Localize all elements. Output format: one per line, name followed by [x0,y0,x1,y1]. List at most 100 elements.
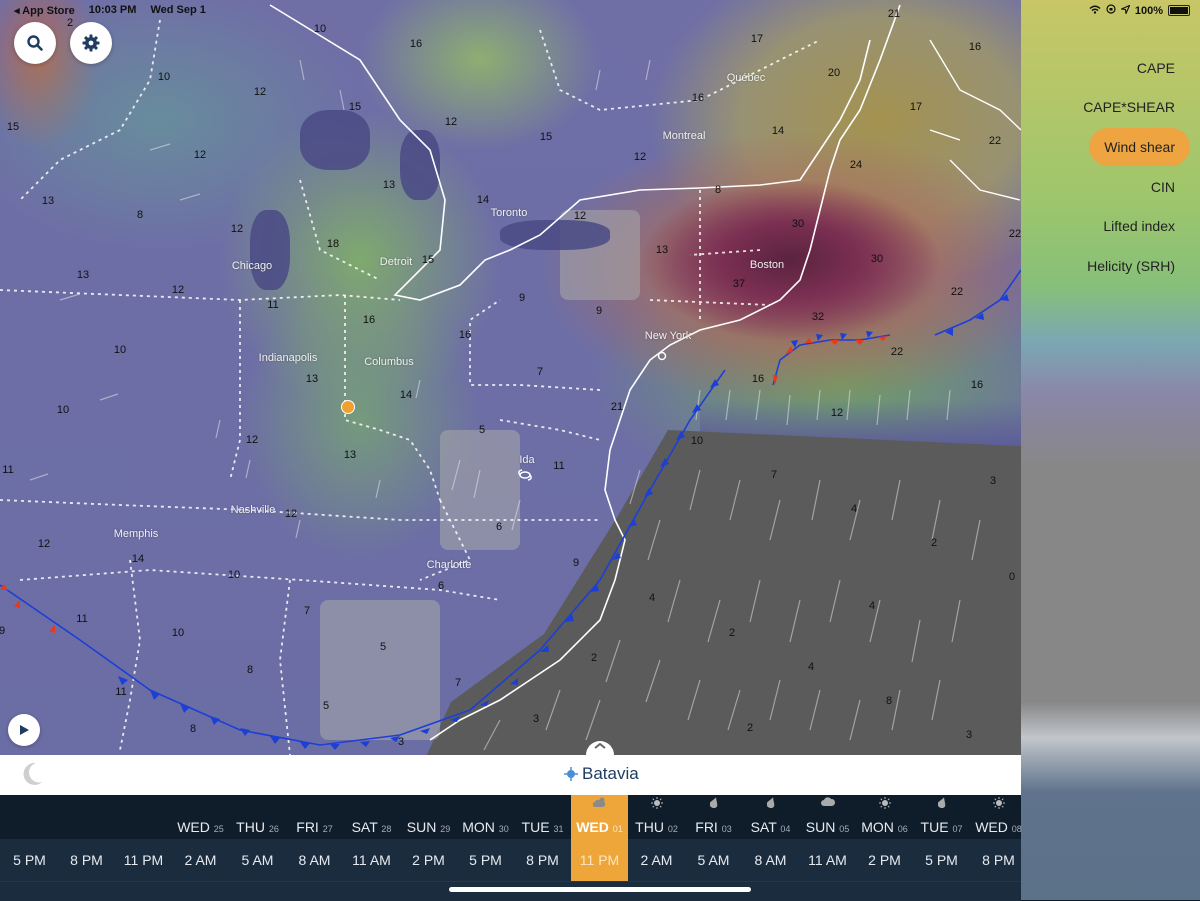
back-to-app-store[interactable]: ◂ App Store [14,4,75,17]
wind-shear-value: 8 [189,723,197,735]
timeline-hour[interactable]: 8 PM [514,839,571,881]
play-button[interactable] [8,714,40,746]
timeline-day[interactable]: WED 01 [571,795,628,839]
timeline-day[interactable]: SAT 28 [343,795,400,839]
timeline-hour[interactable]: 2 PM [400,839,457,881]
timeline-hour[interactable]: 11 AM [799,839,856,881]
wind-shear-value: 2 [930,537,938,549]
search-button[interactable] [14,22,56,64]
timeline-day[interactable]: WED 25 [172,795,229,839]
timeline-day[interactable]: SAT 04 [742,795,799,839]
wind-shear-value: 10 [690,435,704,447]
timeline-hour[interactable]: 5 AM [685,839,742,881]
timeline-day[interactable]: THU 26 [229,795,286,839]
search-icon [27,35,43,51]
day-number: 02 [667,824,678,834]
layer-option-cin[interactable]: CIN [1136,167,1190,207]
timeline-hour[interactable]: 8 AM [286,839,343,881]
timeline-hour[interactable]: 11 PM [115,839,172,881]
wind-shear-value: 2 [66,17,74,29]
drop-icon [742,797,799,811]
timeline-day[interactable]: THU 02 [628,795,685,839]
layer-option-cape[interactable]: CAPE [1122,48,1190,88]
timeline-hour[interactable]: 5 AM [229,839,286,881]
timeline-hour[interactable]: 8 AM [742,839,799,881]
wind-shear-value: 3 [989,475,997,487]
wind-shear-value: 13 [655,244,669,256]
timeline-day[interactable]: MON 06 [856,795,913,839]
day-label: MON 30 [457,819,514,835]
timeline-day[interactable]: TUE 31 [514,795,571,839]
location-services-icon [1119,3,1131,17]
wind-shear-value: 10 [227,569,241,581]
wind-shear-value: 12 [245,434,259,446]
day-name: WED [576,819,613,835]
timeline-day[interactable]: SUN 29 [400,795,457,839]
timeline-hour[interactable]: 2 AM [628,839,685,881]
wind-shear-value: 15 [539,131,553,143]
timeline-day[interactable]: FRI 27 [286,795,343,839]
layer-option-wind-shear[interactable]: Wind shear [1089,128,1190,166]
day-label: TUE 07 [913,819,970,835]
timeline-day[interactable]: WED 08 [970,795,1027,839]
day-name: THU [635,819,668,835]
layer-panel: 100% CAPE CAPE*SHEAR Wind shear CIN Lifted i… [1021,0,1200,900]
day-label: THU 26 [229,819,286,835]
timeline-hour[interactable]: 11 PM [571,839,628,881]
day-label: THU 02 [628,819,685,835]
sun-icon [856,797,913,812]
wind-shear-value: 12 [171,284,185,296]
wind-shear-value: 11 [115,686,127,698]
city-label: Memphis [113,528,159,540]
timeline-day[interactable]: FRI 03 [685,795,742,839]
day-number: 04 [780,824,791,834]
layer-option-cape-shear[interactable]: CAPE*SHEAR [1068,88,1190,128]
wind-shear-value: 30 [870,253,884,265]
timeline-day[interactable]: MON 30 [457,795,514,839]
timeline-hour[interactable]: 2 AM [172,839,229,881]
night-moon-icon [20,761,46,787]
wind-shear-value: 32 [811,311,825,323]
wind-shear-value: 6 [495,521,503,533]
national-border [269,4,871,301]
expand-sheet-button[interactable] [586,741,614,761]
timeline-hour[interactable]: 5 PM [913,839,970,881]
day-number: 29 [440,824,451,834]
timeline-hour[interactable]: 8 PM [58,839,115,881]
city-label: Charlotte [426,559,472,571]
status-bar-right: 100% [1089,3,1190,17]
day-number: 01 [612,824,623,834]
layer-option-helicity-srh[interactable]: Helicity (SRH) [1072,246,1190,286]
day-name: SAT [351,819,382,835]
wind-shear-value: 16 [458,329,472,341]
wind-shear-value: 13 [305,373,319,385]
day-number: 08 [1011,824,1022,834]
day-label: WED 25 [172,819,229,835]
drop-icon [913,797,970,811]
gear-icon [82,34,100,52]
timeline-hour[interactable]: 2 PM [856,839,913,881]
wind-shear-value: 2 [590,652,598,664]
layer-list: CAPE CAPE*SHEAR Wind shear CIN Lifted index H… [1068,48,1190,286]
current-location-marker[interactable] [341,400,355,414]
timeline-hour[interactable]: 5 PM [1,839,58,881]
home-indicator[interactable] [449,887,751,892]
wind-shear-value: 5 [322,700,330,712]
timeline-day[interactable]: SUN 05 [799,795,856,839]
timeline-hour[interactable]: 8 PM [970,839,1027,881]
location-selector[interactable]: Batavia [564,764,639,784]
weather-map[interactable]: Chicago Detroit Toronto Montreal Québec Bosto… [0,0,1021,755]
timeline-day[interactable]: TUE 07 [913,795,970,839]
forecast-timeline[interactable]: WED 25 THU 26 FRI 27 SAT 28 SUN 29 MON 30 TUE … [0,795,1022,901]
day-label: WED 01 [571,819,628,835]
wind-shear-value: 15 [348,101,362,113]
timeline-hour[interactable]: 11 AM [343,839,400,881]
wind-shear-value: 18 [326,238,340,250]
wind-shear-value: 16 [409,38,423,50]
wind-shear-value: 22 [950,286,964,298]
settings-button[interactable] [70,22,112,64]
layer-option-lifted-index[interactable]: Lifted index [1088,207,1190,247]
day-number: 25 [213,824,224,834]
timeline-hour[interactable]: 5 PM [457,839,514,881]
day-number: 28 [381,824,392,834]
